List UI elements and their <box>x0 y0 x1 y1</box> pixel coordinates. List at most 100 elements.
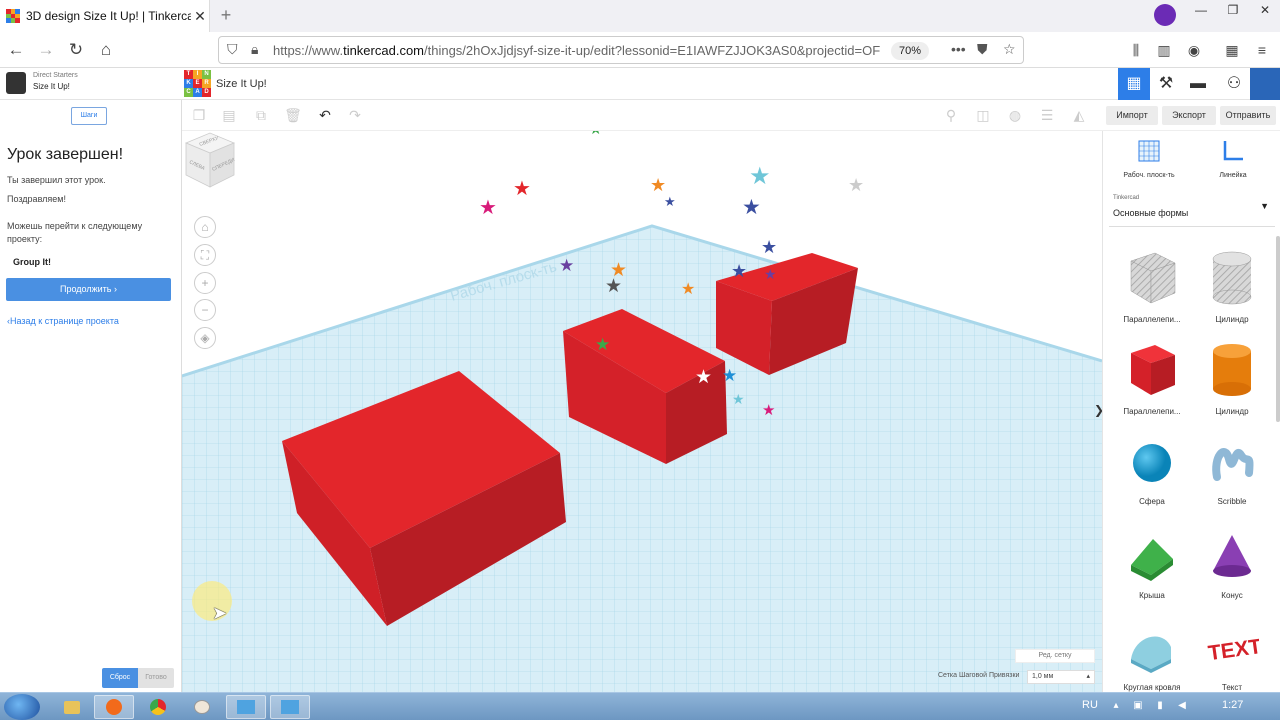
app-taskbar-icon-1[interactable] <box>226 695 266 719</box>
new-tab-button[interactable]: + <box>216 4 236 26</box>
chrome-taskbar-icon[interactable] <box>138 695 178 719</box>
collapse-panel-icon[interactable]: ❯ <box>1094 403 1102 417</box>
menu-icon[interactable]: ≡ <box>1250 38 1274 62</box>
workplane-tool[interactable]: Рабоч. плоск-ть <box>1119 139 1179 179</box>
paste-icon[interactable]: ▤ <box>220 106 238 124</box>
steps-button[interactable]: Шаги <box>71 107 107 125</box>
shape-scribble[interactable]: Scribble <box>1197 437 1267 506</box>
paint-taskbar-icon[interactable] <box>182 695 222 719</box>
volume-icon[interactable]: ◀ <box>1176 700 1188 712</box>
url-text[interactable]: https://www.tinkercad.com/things/2hOxJjd… <box>273 43 883 58</box>
more-dots-icon[interactable]: ••• <box>951 41 966 57</box>
view-cube[interactable]: СВЕРХУ СЛЕВА СПЕРЕДИ <box>182 131 238 191</box>
box-icon <box>1131 345 1175 395</box>
align-icon[interactable]: ☰ <box>1038 106 1056 124</box>
box-hole-icon <box>1130 252 1176 304</box>
panel-scrollbar[interactable] <box>1276 236 1280 422</box>
tinkercad-logo[interactable]: T I N K E R C A D <box>184 70 211 97</box>
back-arrow-icon[interactable]: ← <box>4 38 28 62</box>
shape-box[interactable]: Параллелепи... <box>1117 341 1187 416</box>
continue-button[interactable]: Продолжить › <box>6 278 171 301</box>
network-icon[interactable]: ▮ <box>1154 700 1166 712</box>
ruler-tool[interactable]: Линейка <box>1203 139 1263 179</box>
shape-cylinder[interactable]: Цилиндр <box>1197 341 1267 416</box>
round-roof-icon <box>1131 636 1171 673</box>
copy-icon[interactable]: ❐ <box>190 106 208 124</box>
edit-grid-button[interactable]: Ред. сетку <box>1015 649 1095 663</box>
undo-icon[interactable]: ↶ <box>316 106 334 124</box>
star: ★ <box>695 367 712 388</box>
lesson-text-1: Ты завершил этот урок. <box>7 175 106 185</box>
shape-text[interactable]: TEXT Текст <box>1197 625 1267 692</box>
zoom-level[interactable]: 70% <box>891 42 929 60</box>
workplane-viewport[interactable]: Рабоч. плоск-ть ★ ★ ★ ★ ★ ★ ★ ★ ★ ★ ★ ★ … <box>182 131 1102 692</box>
star: ★ <box>479 197 497 219</box>
import-button[interactable]: Импорт <box>1106 106 1158 125</box>
shield-icon[interactable]: ⛉ <box>227 41 238 58</box>
duplicate-icon[interactable]: ⧉ <box>252 106 270 124</box>
explorer-taskbar-icon[interactable] <box>52 695 92 719</box>
close-tab-icon[interactable]: ✕ <box>191 8 209 25</box>
snap-grid-select[interactable]: 1,0 мм ▴ <box>1027 670 1095 684</box>
mirror-icon[interactable]: ◭ <box>1070 106 1088 124</box>
account-icon[interactable]: ◉ <box>1182 38 1206 62</box>
start-button[interactable] <box>4 694 40 720</box>
shape-sphere[interactable]: Сфера <box>1117 437 1187 506</box>
home-view-icon[interactable]: ⌂ <box>194 216 216 238</box>
project-name: Size It Up! <box>33 82 70 91</box>
clock[interactable]: 1:27 <box>1222 699 1243 711</box>
svg-text:TEXT: TEXT <box>1207 635 1259 665</box>
pocket-icon[interactable]: ⛊ <box>977 41 988 58</box>
fit-view-icon[interactable]: ⛶ <box>194 244 216 266</box>
zoom-in-icon[interactable]: + <box>194 272 216 294</box>
sidebar-icon[interactable]: ▥ <box>1152 38 1176 62</box>
design-title[interactable]: Size It Up! <box>216 78 267 90</box>
library-icon[interactable]: ⫼ <box>1124 38 1148 62</box>
view-icon[interactable]: ◫ <box>974 106 992 124</box>
firefox-taskbar-icon[interactable] <box>94 695 134 719</box>
close-window-button[interactable]: ✕ <box>1250 0 1280 22</box>
done-button[interactable]: Готово <box>138 668 174 688</box>
redo-icon[interactable]: ↷ <box>346 106 364 124</box>
shape-box-hole[interactable]: Параллелепи... <box>1117 249 1187 324</box>
bricks-icon[interactable]: ▬ <box>1182 68 1214 100</box>
minimize-button[interactable]: — <box>1186 0 1216 22</box>
reload-icon[interactable]: ↻ <box>64 38 88 62</box>
zoom-out-icon[interactable]: − <box>194 299 216 321</box>
language-indicator[interactable]: RU <box>1082 699 1098 711</box>
export-button[interactable]: Экспорт <box>1162 106 1216 125</box>
lock-icon[interactable]: 🔒︎ <box>251 41 258 58</box>
reset-button[interactable]: Сброс <box>102 668 138 688</box>
note-pin-icon[interactable]: ⚲ <box>942 106 960 124</box>
browser-tab[interactable]: 3D design Size It Up! | Tinkercad ✕ <box>0 0 210 32</box>
shape-library-select[interactable]: Tinkercad Основные формы ▼ <box>1109 187 1275 227</box>
bookmark-star-icon[interactable]: ☆ <box>1003 41 1016 58</box>
trash-icon[interactable]: 🗑︎ <box>284 106 302 124</box>
shape-roof[interactable]: Крыша <box>1117 531 1187 600</box>
workplane-canvas[interactable]: Рабоч. плоск-ть ★ ★ ★ ★ ★ ★ ★ ★ ★ ★ ★ ★ … <box>182 131 1102 692</box>
user-avatar[interactable] <box>1250 68 1280 100</box>
star: ★ <box>595 335 610 354</box>
address-bar[interactable]: ⛉ 🔒︎ https://www.tinkercad.com/things/2h… <box>218 36 1024 64</box>
maximize-button[interactable]: ❐ <box>1218 0 1248 22</box>
shape-cone[interactable]: Конус <box>1197 531 1267 600</box>
send-button[interactable]: Отправить <box>1220 106 1276 125</box>
shape-round-roof[interactable]: Круглая кровля <box>1117 625 1187 692</box>
tray-arrow-icon[interactable]: ▴ <box>1110 700 1122 712</box>
forward-arrow-icon[interactable]: → <box>34 38 58 62</box>
browser-nav-bar: ← → ↻ ⌂ ⛉ 🔒︎ https://www.tinkercad.com/t… <box>0 32 1280 68</box>
blocks-tools-icon[interactable]: ⚒ <box>1150 68 1182 100</box>
hole-icon[interactable]: ◍ <box>1006 106 1024 124</box>
grid-view-icon[interactable]: ▦ <box>1118 68 1150 100</box>
app-taskbar-icon-2[interactable] <box>270 695 310 719</box>
ortho-view-icon[interactable]: ◈ <box>194 327 216 349</box>
star: ★ <box>749 163 771 190</box>
tray-app-icon[interactable]: ▣ <box>1132 700 1144 712</box>
shape-cylinder-hole[interactable]: Цилиндр <box>1197 249 1267 324</box>
back-to-project-link[interactable]: ‹Назад к странице проекта <box>7 316 119 326</box>
add-user-icon[interactable]: ⚇ <box>1218 68 1250 100</box>
star: ★ <box>559 256 574 275</box>
home-icon[interactable]: ⌂ <box>94 38 118 62</box>
star: ★ <box>764 266 777 282</box>
extensions-icon[interactable]: ▦ <box>1220 38 1244 62</box>
